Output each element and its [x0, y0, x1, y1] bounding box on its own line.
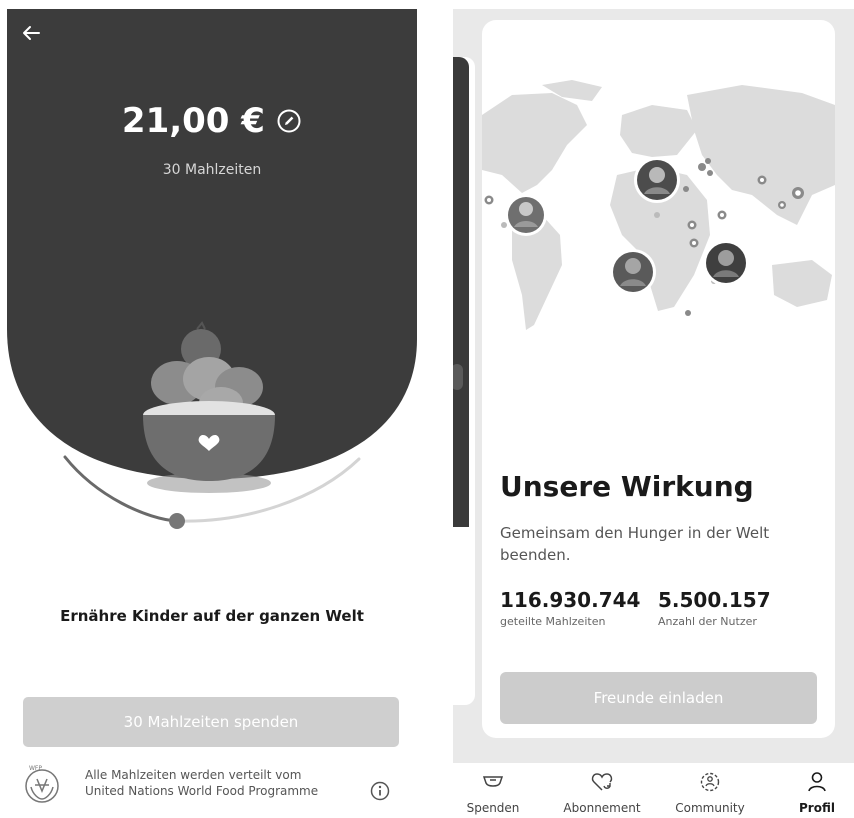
nav-item-abonnement[interactable]: Abonnement [557, 763, 647, 815]
person-icon [808, 772, 826, 792]
info-circle-icon[interactable] [370, 781, 390, 801]
nav-label-community: Community [675, 801, 745, 815]
donation-amount: 21,00 € [121, 101, 265, 141]
previous-card-dark [453, 57, 469, 527]
wfp-footer: WFP Alle Mahlzeiten werden verteilt vom … [7, 757, 417, 815]
arrow-left-icon[interactable] [17, 19, 45, 47]
pencil-circle-icon[interactable] [276, 108, 302, 134]
stat-users-value: 5.500.157 [658, 588, 771, 612]
tagline: Ernähre Kinder auf der ganzen Welt [60, 607, 364, 625]
impact-card: Unsere Wirkung Gemeinsam den Hunger in d… [482, 20, 835, 738]
amount-row: 21,00 € [7, 101, 417, 141]
wfp-notice: Alle Mahlzeiten werden verteilt vom Unit… [85, 767, 318, 799]
donation-screen: 21,00 € 30 Mahlzeiten Ernähre Kinder auf… [7, 9, 417, 815]
nav-item-spenden[interactable]: Spenden [457, 763, 529, 815]
impact-description: Gemeinsam den Hunger in der Welt beenden… [500, 524, 770, 564]
nav-label-spenden: Spenden [466, 801, 520, 815]
svg-text:WFP: WFP [29, 765, 42, 772]
impact-screen: Unsere Wirkung Gemeinsam den Hunger in d… [453, 9, 854, 815]
wfp-logo: WFP [25, 765, 59, 803]
heart-refresh-icon [591, 773, 613, 791]
bowl-icon [482, 776, 504, 787]
food-bowl-illustration [143, 321, 275, 493]
wfp-line-1: Alle Mahlzeiten werden verteilt vom [85, 768, 302, 782]
nav-label-abonnement: Abonnement [563, 801, 641, 815]
nav-item-community[interactable]: Community [669, 763, 751, 815]
bottom-navigation: Spenden Abonnement Community Profil [453, 763, 854, 815]
stat-meals-label: geteilte Mahlzeiten [500, 615, 606, 628]
donate-button[interactable]: 30 Mahlzeiten spenden [23, 697, 399, 747]
impact-title: Unsere Wirkung [500, 470, 754, 503]
invite-friends-button[interactable]: Freunde einladen [500, 672, 817, 724]
previous-card-handle [453, 364, 463, 390]
avatar [634, 157, 680, 203]
world-map [482, 80, 835, 330]
meals-count-label: 30 Mahlzeiten [162, 162, 262, 178]
stat-meals-value: 116.930.744 [500, 588, 641, 612]
avatar [703, 240, 749, 286]
slider-thumb [169, 513, 185, 529]
community-icon [700, 772, 720, 792]
nav-item-profil[interactable]: Profil [787, 763, 847, 815]
stat-users-label: Anzahl der Nutzer [658, 615, 757, 628]
wfp-line-2: United Nations World Food Programme [85, 784, 319, 798]
avatar [610, 249, 656, 295]
nav-label-profil: Profil [799, 801, 835, 815]
avatar [505, 194, 547, 236]
